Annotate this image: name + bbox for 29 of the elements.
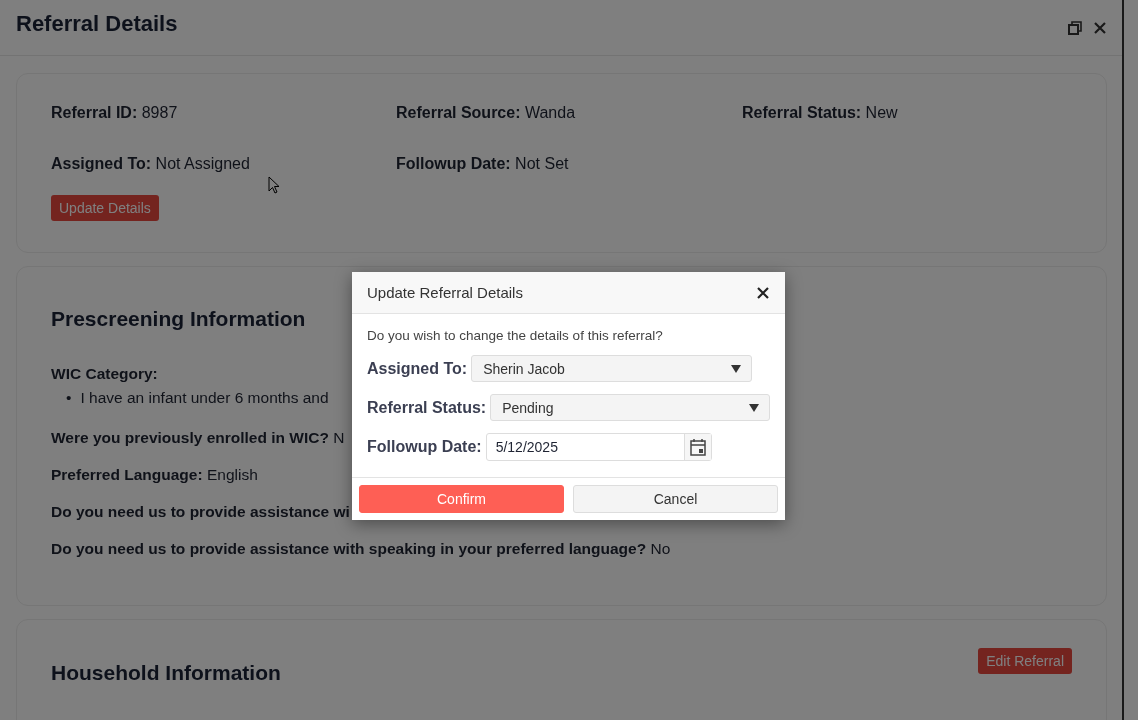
answer-text: Were you previously enrolled in WIC? N: [51, 429, 345, 447]
calendar-icon[interactable]: [689, 438, 706, 456]
field-label: Followup Date:: [367, 438, 482, 456]
field-label: Assigned To:: [367, 359, 468, 378]
caret-icon: [749, 403, 759, 412]
cancel-button[interactable]: Cancel: [573, 485, 778, 513]
summary-field: Assigned To: Not Assigned: [51, 155, 396, 173]
summary-field: Followup Date: Not Set: [396, 155, 742, 173]
answer-text: Preferred Language: English: [51, 466, 258, 484]
dropdown-field[interactable]: Pending: [490, 394, 770, 421]
summary-field: Referral ID: 8987: [51, 104, 396, 122]
dialog-message: Do you wish to change the details of this referral?: [367, 328, 664, 343]
category-label: WIC Category:: [51, 365, 158, 383]
summary-field: Referral Status: New: [742, 104, 1042, 122]
section-heading: Household Information: [51, 661, 281, 685]
category-item: • I have an infant under 6 months and: [66, 389, 329, 407]
summary-field: Referral Source: Wanda: [396, 104, 742, 122]
window-title: Referral Details: [16, 10, 178, 37]
section-heading: Prescreening Information: [51, 307, 307, 331]
cursor-icon: [268, 176, 280, 194]
field-label: Referral Status:: [367, 398, 487, 417]
dropdown-field[interactable]: Sherin Jacob: [471, 355, 752, 382]
date-field[interactable]: 5/12/2025: [485, 433, 712, 461]
answer-text: Do you need us to provide assistance wi: [51, 503, 350, 521]
caret-icon: [731, 364, 741, 373]
dialog-title: Update Referral Details: [367, 284, 523, 301]
restore-icon[interactable]: [1068, 20, 1082, 35]
close-icon[interactable]: [757, 286, 769, 299]
answer-text: Do you need us to provide assistance with speaking in your preferred language? No: [51, 540, 671, 558]
